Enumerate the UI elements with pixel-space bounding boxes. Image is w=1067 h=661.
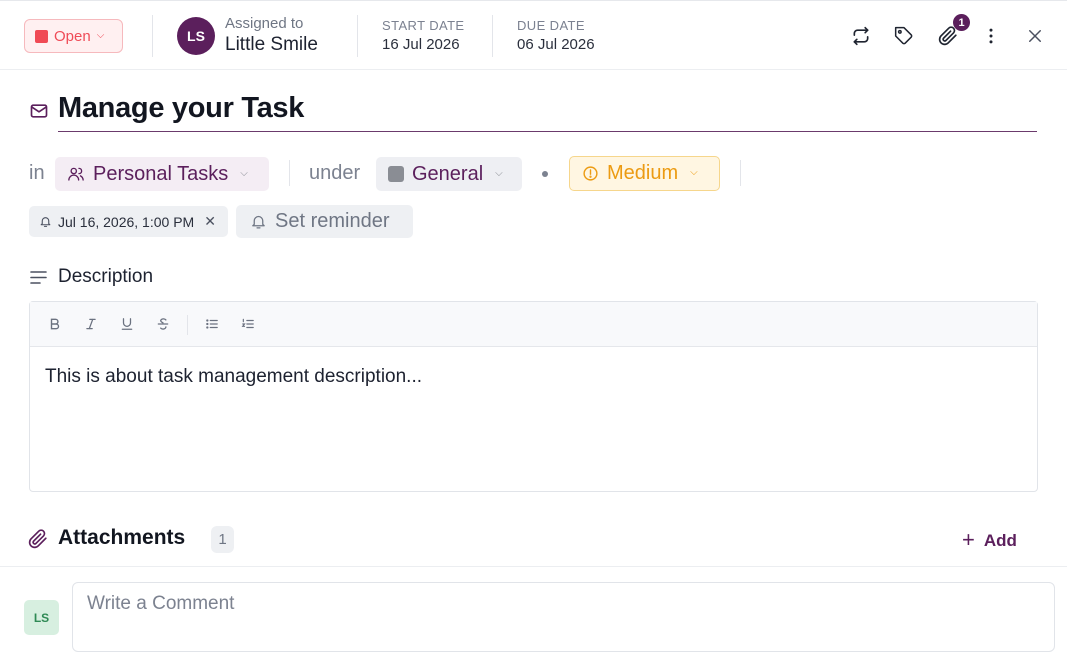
chevron-down-icon: ⌵ xyxy=(495,167,503,179)
due-date-label: DUE DATE xyxy=(517,18,585,33)
plus-icon: + xyxy=(962,527,975,552)
separator-dot xyxy=(542,171,548,177)
description-text[interactable]: This is about task management descriptio… xyxy=(45,366,422,388)
status-color-swatch xyxy=(35,29,48,43)
assignee-avatar[interactable]: LS xyxy=(177,17,215,55)
remove-reminder-icon[interactable]: ✕ xyxy=(204,213,216,230)
assigned-caption: Assigned to xyxy=(225,15,304,32)
divider xyxy=(289,160,290,186)
bold-icon[interactable] xyxy=(45,314,65,334)
status-dropdown[interactable]: Open ⌵ xyxy=(24,19,123,53)
chevron-down-icon: ⌵ xyxy=(690,167,698,178)
strikethrough-icon[interactable] xyxy=(153,314,173,334)
comment-input[interactable]: Write a Comment xyxy=(72,582,1055,652)
task-header: Open ⌵ LS Assigned to Little Smile START… xyxy=(0,0,1067,70)
users-icon xyxy=(67,165,85,183)
attachments-count-badge: 1 xyxy=(211,526,234,553)
divider xyxy=(740,160,741,186)
under-label: under xyxy=(309,162,361,184)
attachments-heading: Attachments xyxy=(58,526,186,549)
in-label: in xyxy=(29,162,45,184)
close-icon[interactable] xyxy=(1024,25,1046,47)
divider xyxy=(357,15,358,57)
set-reminder-button[interactable]: Set reminder xyxy=(236,205,413,238)
priority-dropdown[interactable]: Medium ⌵ xyxy=(569,156,720,191)
category-name: General xyxy=(412,162,484,185)
divider xyxy=(492,15,493,57)
title-underline xyxy=(58,131,1037,132)
alert-circle-icon xyxy=(582,165,599,182)
description-heading: Description xyxy=(58,266,154,287)
description-editor[interactable]: This is about task management descriptio… xyxy=(29,301,1038,492)
bell-icon xyxy=(250,213,267,230)
divider xyxy=(152,15,153,57)
repeat-icon[interactable] xyxy=(850,25,872,47)
divider xyxy=(0,566,1067,567)
mail-icon xyxy=(29,101,49,126)
tag-icon[interactable] xyxy=(893,25,915,47)
project-name: Personal Tasks xyxy=(93,162,229,185)
start-date-label: START DATE xyxy=(382,18,465,33)
add-label: Add xyxy=(983,531,1017,550)
due-date-value[interactable]: 06 Jul 2026 xyxy=(517,36,595,53)
commenter-avatar: LS xyxy=(24,600,59,635)
set-reminder-label: Set reminder xyxy=(275,210,390,232)
chevron-down-icon: ⌵ xyxy=(96,29,105,41)
divider xyxy=(187,315,188,335)
assignee-name[interactable]: Little Smile xyxy=(225,34,318,56)
paperclip-icon xyxy=(28,529,48,554)
bell-icon xyxy=(39,215,52,228)
category-dropdown[interactable]: General ⌵ xyxy=(376,157,522,191)
align-left-icon xyxy=(30,270,47,290)
start-date-value[interactable]: 16 Jul 2026 xyxy=(382,36,460,53)
attachment-count-badge: 1 xyxy=(953,14,970,31)
status-label: Open xyxy=(54,27,91,45)
bullet-list-icon[interactable] xyxy=(202,314,222,334)
more-vertical-icon[interactable] xyxy=(980,25,1002,47)
comment-placeholder: Write a Comment xyxy=(87,593,235,614)
task-title[interactable]: Manage your Task xyxy=(58,92,304,125)
chevron-down-icon: ⌵ xyxy=(240,167,248,179)
project-dropdown[interactable]: Personal Tasks ⌵ xyxy=(55,157,269,191)
editor-toolbar xyxy=(30,302,1037,347)
numbered-list-icon[interactable] xyxy=(238,314,258,334)
add-attachment-button[interactable]: + Add xyxy=(962,527,1017,554)
priority-label: Medium xyxy=(607,162,679,184)
underline-icon[interactable] xyxy=(117,314,137,334)
reminder-chip[interactable]: Jul 16, 2026, 1:00 PM ✕ xyxy=(29,206,228,237)
reminder-datetime: Jul 16, 2026, 1:00 PM xyxy=(58,213,195,230)
category-color-swatch xyxy=(388,166,404,182)
italic-icon[interactable] xyxy=(81,314,101,334)
